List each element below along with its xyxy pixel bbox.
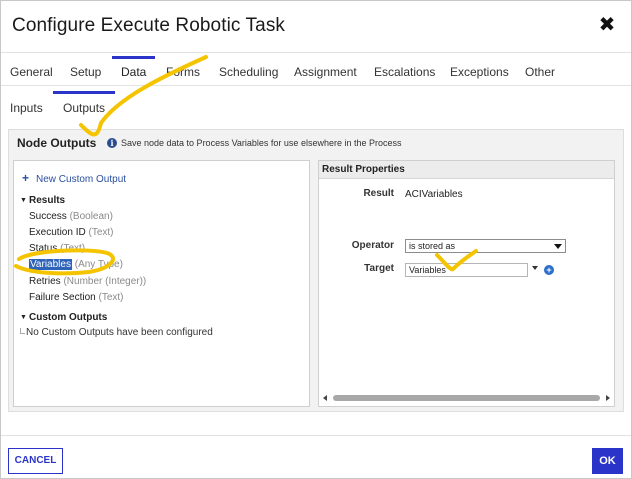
main-tabs: General Setup Data Forms Scheduling Assi… [1,56,631,86]
tree-item-type: (Text) [88,227,114,238]
target-input[interactable]: Variables [405,263,528,277]
plus-icon: + [22,171,30,185]
tree-item-variables[interactable]: Variables (Any Type) [29,259,123,270]
tree-item-name: Failure Section [29,292,96,303]
node-outputs-panel: Node Outputs i Save node data to Process… [8,129,624,412]
tree-item-type: (Boolean) [69,211,113,222]
tree-item-type: (Any Type) [74,259,123,270]
dialog-title-bar: Configure Execute Robotic Task ✖ [1,1,631,53]
tree-item-name: Status [29,243,58,254]
tree-item-execution-id[interactable]: Execution ID (Text) [29,227,113,238]
sub-tabs: Inputs Outputs [1,91,631,121]
tree-item-type: (Text) [98,292,124,303]
tab-setup[interactable]: Setup [70,56,101,86]
tree-item-name: Execution ID [29,227,86,238]
tree-item-name: Success [29,211,67,222]
tree-group-custom-outputs[interactable]: ▼ Custom Outputs [20,312,107,323]
subtab-inputs[interactable]: Inputs [10,91,43,121]
tree-item-type: (Number (Integer)) [63,276,147,287]
tab-other[interactable]: Other [525,56,555,86]
tab-scheduling[interactable]: Scheduling [219,56,278,86]
tree-item-failure-section[interactable]: Failure Section (Text) [29,292,123,303]
cancel-button[interactable]: CANCEL [8,448,63,474]
tree-item-status[interactable]: Status (Text) [29,243,85,254]
tree-item-name: Variables [29,259,72,270]
tree-group-results-label: Results [29,195,66,206]
tab-assignment[interactable]: Assignment [294,56,357,86]
operator-select[interactable]: is stored as [405,239,566,253]
result-label: Result [363,188,394,199]
new-custom-output-label: New Custom Output [36,174,127,185]
tab-general[interactable]: General [10,56,53,86]
tab-exceptions[interactable]: Exceptions [450,56,509,86]
custom-outputs-empty-message: No Custom Outputs have been configured [20,327,213,338]
scroll-right-icon[interactable] [606,395,610,401]
tree-group-results[interactable]: ▼ Results [20,195,65,206]
ok-button[interactable]: OK [592,448,623,474]
configure-dialog: Configure Execute Robotic Task ✖ General… [0,0,632,479]
result-value: ACIVariables [405,189,463,200]
tab-escalations[interactable]: Escalations [374,56,435,86]
scrollbar-thumb[interactable] [333,395,600,401]
node-outputs-heading: Node Outputs [17,136,97,150]
tree-item-success[interactable]: Success (Boolean) [29,211,113,222]
horizontal-scrollbar[interactable] [321,394,612,402]
result-properties-box: Result Properties Result ACIVariables Op… [318,160,615,407]
close-icon[interactable]: ✖ [597,15,617,35]
target-dropdown-icon[interactable] [532,266,538,270]
node-outputs-help-text: Save node data to Process Variables for … [121,138,402,148]
tab-data[interactable]: Data [111,56,156,86]
new-custom-output-link[interactable]: + New Custom Output [22,171,126,185]
tree-group-custom-label: Custom Outputs [29,312,108,323]
outputs-tree: + New Custom Output ▼ Results Success (Boo… [13,160,310,407]
tree-item-name: Retries [29,276,61,287]
operator-label: Operator [351,240,394,251]
expand-triangle-icon: ▼ [20,314,27,321]
footer-divider [1,435,631,436]
scroll-left-icon[interactable] [323,395,327,401]
tree-item-retries[interactable]: Retries (Number (Integer)) [29,276,146,287]
tree-connector-icon [20,328,25,334]
custom-outputs-empty-text: No Custom Outputs have been configured [26,327,213,338]
dialog-title: Configure Execute Robotic Task [12,15,286,36]
subtab-outputs[interactable]: Outputs [52,91,116,121]
result-properties-heading: Result Properties [319,161,614,179]
info-icon: i [107,138,117,148]
chevron-down-icon [554,244,562,249]
tab-forms[interactable]: Forms [166,56,200,86]
tree-item-type: (Text) [60,243,86,254]
add-variable-icon[interactable]: + [544,265,554,275]
operator-selected-value: is stored as [409,241,456,251]
target-label: Target [364,263,394,274]
expand-triangle-icon: ▼ [20,197,27,204]
